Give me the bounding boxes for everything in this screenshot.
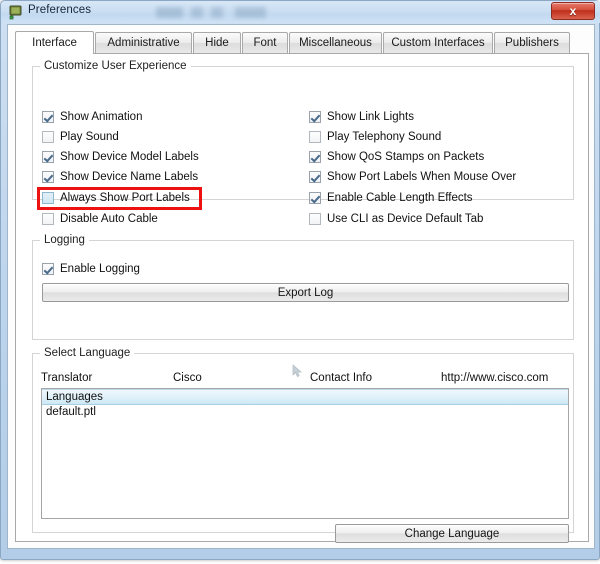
title-blurred-text: [156, 7, 266, 18]
tab-administrative[interactable]: Administrative: [95, 32, 192, 53]
checkbox-indicator: [42, 213, 54, 225]
checkbox-indicator: [309, 111, 321, 123]
window-title: Preferences: [28, 4, 92, 16]
checkbox-label: Play Telephony Sound: [327, 131, 442, 143]
checkbox-indicator: [309, 131, 321, 143]
tab-custom-interfaces[interactable]: Custom Interfaces: [383, 32, 493, 53]
logging-group-title: Logging: [40, 234, 89, 246]
list-item-languages[interactable]: Languages: [42, 389, 568, 405]
export-log-button[interactable]: Export Log: [42, 283, 569, 302]
change-language-button[interactable]: Change Language: [335, 524, 569, 543]
tab-interface[interactable]: Interface: [15, 31, 94, 54]
preferences-window-screenshot: Preferences x Interface Administrative H…: [0, 0, 600, 564]
checkbox-indicator: [309, 192, 321, 204]
close-button[interactable]: x: [551, 2, 595, 20]
checkbox-indicator: [42, 111, 54, 123]
language-group-title: Select Language: [40, 347, 135, 359]
checkbox-indicator: [309, 213, 321, 225]
checkbox-indicator: [42, 131, 54, 143]
checkbox-label: Enable Logging: [60, 263, 140, 275]
column-header-translator: Translator: [41, 372, 93, 384]
column-header-website: http://www.cisco.com: [441, 372, 549, 384]
tab-publishers[interactable]: Publishers: [494, 32, 570, 53]
checkbox-indicator: [309, 151, 321, 163]
checkbox-indicator: [42, 263, 54, 275]
checkbox-label: Show Link Lights: [327, 111, 414, 123]
checkbox-indicator: [42, 192, 54, 204]
column-header-cisco: Cisco: [173, 372, 202, 384]
interface-tab-panel: Customize User Experience Show Animation…: [15, 53, 589, 543]
checkbox-label: Show Animation: [60, 111, 143, 123]
checkbox-label: Disable Auto Cable: [60, 213, 158, 225]
tab-miscellaneous[interactable]: Miscellaneous: [289, 32, 382, 53]
checkbox-label: Show Port Labels When Mouse Over: [327, 171, 517, 183]
checkbox-label: Enable Cable Length Effects: [327, 192, 473, 204]
column-header-contact-info: Contact Info: [310, 372, 373, 384]
checkbox-label: Play Sound: [60, 131, 119, 143]
app-icon: [9, 5, 22, 20]
checkbox-indicator: [42, 151, 54, 163]
checkbox-label: Show QoS Stamps on Packets: [327, 151, 485, 163]
tab-hide[interactable]: Hide: [193, 32, 241, 53]
checkbox-indicator: [42, 171, 54, 183]
close-icon: x: [569, 4, 577, 18]
tab-font[interactable]: Font: [242, 32, 288, 53]
checkbox-label: Show Device Model Labels: [60, 151, 199, 163]
client-area: Interface Administrative Hide Font Misce…: [7, 24, 595, 549]
customize-group-title: Customize User Experience: [40, 60, 191, 72]
checkbox-label: Use CLI as Device Default Tab: [327, 213, 484, 225]
checkbox-label: Show Device Name Labels: [60, 171, 199, 183]
title-bar: Preferences x: [1, 1, 600, 23]
preferences-window: Preferences x Interface Administrative H…: [0, 0, 600, 560]
checkbox-indicator: [309, 171, 321, 183]
list-item-default-ptl[interactable]: default.ptl: [42, 405, 568, 421]
checkbox-label: Always Show Port Labels: [60, 192, 190, 204]
tab-strip: Interface Administrative Hide Font Misce…: [15, 31, 589, 54]
language-listbox[interactable]: Languages default.ptl: [41, 388, 569, 519]
